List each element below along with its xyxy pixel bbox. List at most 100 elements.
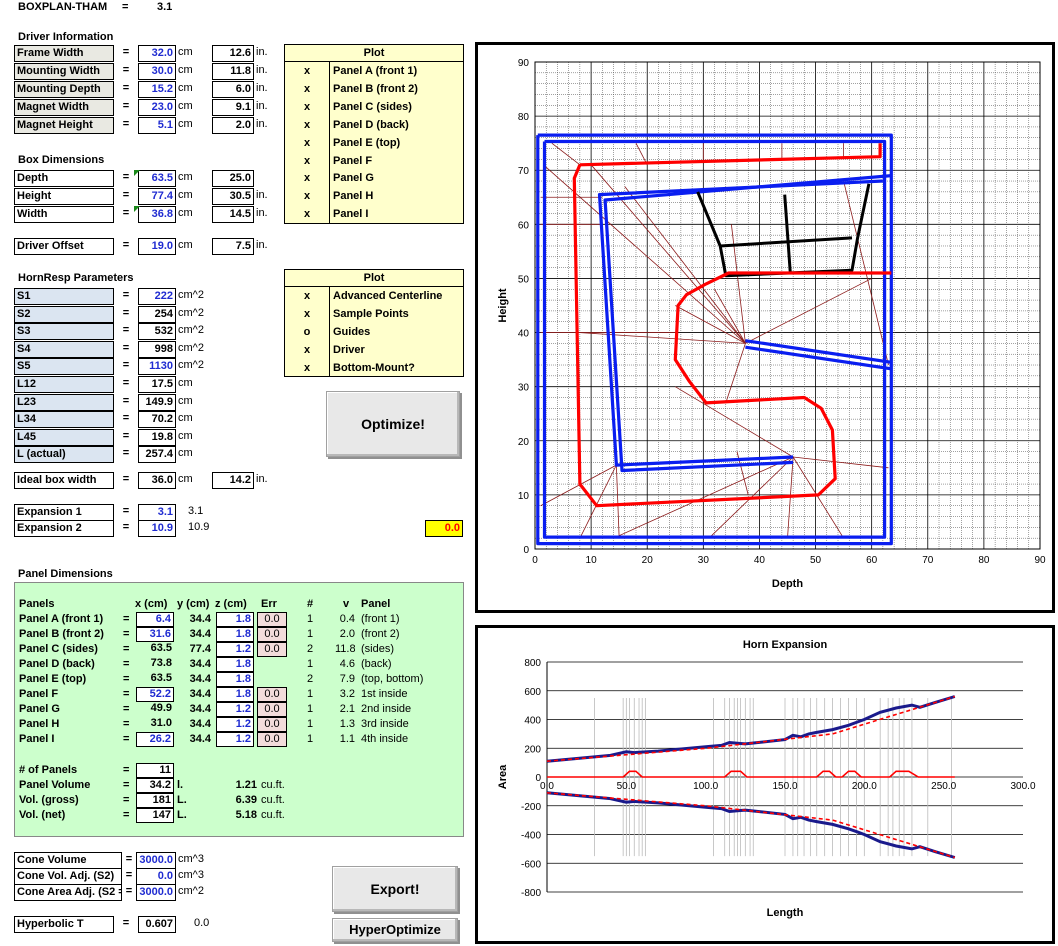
cone-value[interactable]: 3000.0: [136, 852, 176, 869]
panel-z-value[interactable]: 1.8: [216, 612, 254, 627]
guide-line: [730, 224, 746, 344]
driver-mounting-depth-unit: cm: [178, 82, 193, 94]
driver-frame-width-value[interactable]: 32.0: [138, 45, 176, 62]
panel-z-value[interactable]: 1.2: [216, 642, 254, 657]
plot-toggle-mark[interactable]: x: [285, 116, 329, 134]
panel-x-value[interactable]: 26.2: [136, 732, 174, 747]
panel-z-value[interactable]: 1.2: [216, 702, 254, 717]
guide-toggle-mark[interactable]: o: [285, 323, 329, 341]
guide-line: [624, 186, 746, 344]
guide-option-label: Bottom-Mount?: [333, 362, 415, 374]
plot-toggle-mark[interactable]: x: [285, 62, 329, 80]
hyperbolic-label: Hyperbolic T: [14, 916, 114, 933]
x-tick-label: 40: [754, 555, 766, 566]
plot-guides-panel: Plot x Advanced Centerline x Sample Points o…: [284, 269, 464, 377]
expansion-series: [546, 792, 956, 859]
panel-volume: 7.9: [339, 673, 355, 685]
driver-magnet-width-value[interactable]: 23.0: [138, 99, 176, 116]
x-tick-label: 0: [532, 555, 538, 566]
hornresp-s3-value[interactable]: 532: [138, 323, 176, 341]
driver-mounting-depth-value[interactable]: 15.2: [138, 81, 176, 98]
cone-eq: =: [125, 853, 133, 865]
hornresp-l12-value[interactable]: 17.5: [138, 376, 176, 393]
x-tick-label: 70: [922, 555, 934, 566]
driver-magnet-height-value[interactable]: 5.1: [138, 117, 176, 134]
panel-z-value[interactable]: 1.8: [216, 657, 254, 672]
summary-unit: l.: [177, 779, 184, 791]
plot-toggle-mark[interactable]: x: [285, 80, 329, 98]
plot-toggle-mark[interactable]: x: [285, 187, 329, 205]
guide-toggle-mark[interactable]: x: [285, 341, 329, 359]
box-width-unit: cm: [178, 207, 193, 219]
chart-title: Horn Expansion: [743, 639, 828, 651]
hyperbolic-value[interactable]: 0.607: [138, 916, 176, 933]
panel-x-value[interactable]: 52.2: [136, 687, 174, 702]
driver-magnet-width-unit: cm: [178, 100, 193, 112]
panel-y-value: 34.4: [189, 718, 211, 730]
guide-toggle-mark[interactable]: x: [285, 305, 329, 323]
panel-description: 3rd inside: [361, 718, 409, 730]
plot-options-header: Plot: [285, 45, 463, 62]
expansion-extra: 3.1: [188, 505, 204, 517]
panel-count: 1: [307, 613, 314, 625]
optimize-button[interactable]: Optimize!: [326, 391, 460, 457]
plot-toggle-mark[interactable]: x: [285, 98, 329, 116]
hornresp-l34-label: L34: [14, 411, 114, 429]
hyperoptimize-button[interactable]: HyperOptimize: [332, 918, 458, 942]
plot-toggle-mark[interactable]: x: [285, 134, 329, 152]
panel-z-value[interactable]: 1.8: [216, 672, 254, 687]
ideal-box-width-value[interactable]: 36.0: [138, 472, 176, 489]
box-depth-value[interactable]: 63.5: [138, 170, 176, 187]
hornresp-l23-value[interactable]: 149.9: [138, 393, 176, 411]
box-height-conv-value: 30.5: [212, 188, 254, 205]
panel-err-value: 0.0: [257, 627, 287, 642]
cone-value[interactable]: 3000.0: [136, 884, 176, 901]
box-width-value[interactable]: 36.8: [138, 206, 176, 223]
summary-label: Vol. (gross): [19, 794, 79, 806]
cone-value[interactable]: 0.0: [136, 868, 176, 885]
summary-value: 34.2: [136, 778, 174, 793]
panel-z-value[interactable]: 1.8: [216, 627, 254, 642]
guide-toggle-mark[interactable]: x: [285, 359, 329, 377]
expansion-value[interactable]: 10.9: [138, 520, 176, 537]
expansion-value[interactable]: 3.1: [138, 504, 176, 521]
panel-count: 1: [307, 628, 314, 640]
panel-y-value: 34.4: [189, 703, 211, 715]
box-height-value[interactable]: 77.4: [138, 188, 176, 205]
guide-line: [579, 332, 746, 344]
panel-z-value[interactable]: 1.2: [216, 732, 254, 747]
cone-unit: cm^3: [178, 853, 204, 865]
hornresp-l34-value[interactable]: 70.2: [138, 411, 176, 429]
panel-x-value[interactable]: 6.4: [136, 612, 174, 627]
panel-row-eq: =: [123, 673, 130, 685]
expansion-warning: 0.0: [425, 520, 463, 537]
panel-z-value[interactable]: 1.2: [216, 717, 254, 732]
guide-line: [745, 278, 872, 344]
panel-x-value[interactable]: 31.6: [136, 627, 174, 642]
panel-row-label: Panel E (top): [19, 673, 87, 685]
x-axis-title: Depth: [772, 578, 803, 590]
driver-mounting-depth-conv-unit: in.: [256, 82, 268, 94]
hornresp-s5-value[interactable]: 1130: [138, 358, 176, 376]
plot-toggle-mark[interactable]: x: [285, 205, 329, 223]
ideal-box-width-eq: =: [122, 473, 130, 485]
panel-volume: 1.1: [339, 733, 355, 745]
hornresp-l-actual--unit: cm: [178, 447, 193, 460]
guide-toggle-mark[interactable]: x: [285, 287, 329, 305]
panel-outline-series: [696, 183, 871, 278]
hornresp-s4-value[interactable]: 998: [138, 340, 176, 358]
plot-toggle-mark[interactable]: x: [285, 152, 329, 170]
driver-mounting-width-value[interactable]: 30.0: [138, 63, 176, 80]
plot-toggle-mark[interactable]: x: [285, 169, 329, 187]
hornresp-l45-value[interactable]: 19.8: [138, 428, 176, 446]
hornresp-s1-value[interactable]: 222: [138, 288, 176, 305]
hornresp-l-actual--value[interactable]: 257.4: [138, 446, 176, 464]
driver-mounting-width-unit: cm: [178, 64, 193, 76]
panel-count: 1: [307, 688, 314, 700]
hornresp-s2-value[interactable]: 254: [138, 305, 176, 323]
panel-z-value[interactable]: 1.8: [216, 687, 254, 702]
panel-description: 4th inside: [361, 733, 409, 745]
export-button[interactable]: Export!: [332, 866, 458, 912]
panel-err-value: 0.0: [257, 732, 287, 747]
driver-offset-value[interactable]: 19.0: [138, 238, 176, 255]
